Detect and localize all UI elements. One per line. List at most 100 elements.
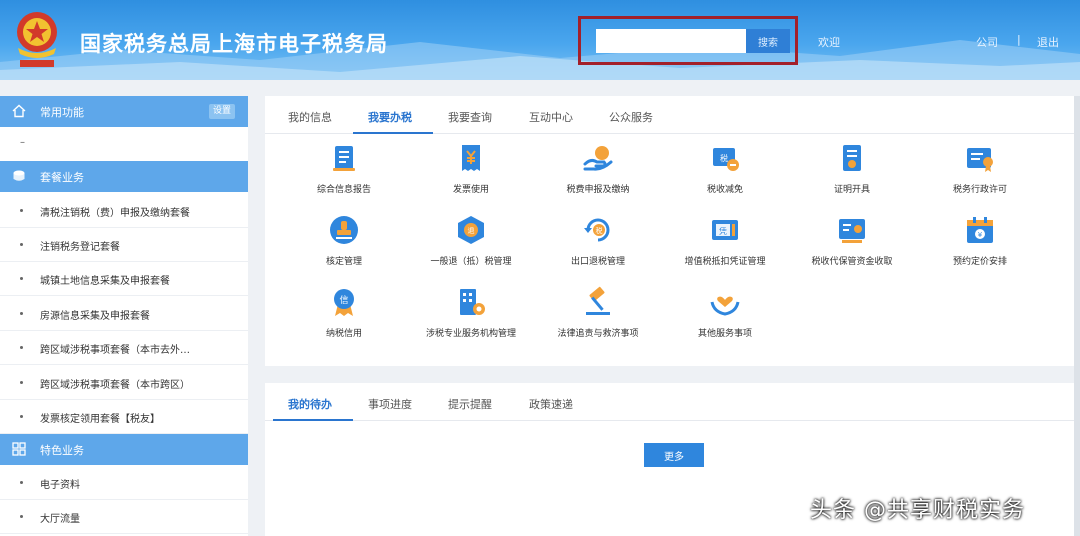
scrollbar-track[interactable] [1074, 96, 1080, 536]
bullet-dot [20, 415, 23, 418]
logout-link[interactable]: 退出 [1037, 34, 1059, 50]
service-label: 税收减免 [706, 185, 743, 195]
service-label: 纳税信用 [325, 329, 362, 339]
tax-emblem-logo [17, 12, 57, 67]
service-stamp[interactable]: 核定管理 [284, 214, 404, 274]
gavel-icon [586, 286, 610, 315]
site-title: 国家税务总局上海市电子税务局 [80, 32, 388, 56]
service-certificate[interactable]: 证明开具 [792, 142, 912, 202]
header-separator: | [1017, 33, 1021, 46]
tab-handle-tax[interactable]: 我要办税 [368, 109, 412, 125]
heart-hands-icon [710, 296, 740, 316]
invoice-icon [462, 145, 480, 171]
service-refund[interactable]: 退 一般退（抵）税管理 [411, 214, 531, 274]
refund-icon: 退 [458, 216, 484, 244]
svg-text:信: 信 [339, 294, 348, 306]
sidebar-item[interactable]: 跨区域涉税事项套餐（本市跨区） [0, 366, 248, 400]
svg-text:¥: ¥ [978, 231, 983, 239]
grid-icon [12, 442, 26, 456]
sidebar-item[interactable]: 电子资料 [0, 466, 248, 500]
sidebar-item-label: 清税注销税（费）申报及缴纳套餐 [40, 208, 190, 219]
custody-fund-icon [839, 219, 865, 243]
tab-public-service[interactable]: 公众服务 [609, 109, 653, 125]
service-tax-relief[interactable]: 税 税收减免 [665, 142, 785, 202]
tab-policy[interactable]: 政策速递 [529, 396, 573, 412]
service-pricing[interactable]: ¥ 预约定价安排 [920, 214, 1040, 274]
sidebar-section-common[interactable]: 常用功能 设置 [0, 96, 248, 127]
tab-progress[interactable]: 事项进度 [368, 396, 412, 412]
service-legal[interactable]: 法律追责与救济事项 [538, 286, 658, 346]
search-input[interactable] [596, 29, 746, 53]
bullet-dot [20, 243, 23, 246]
service-label: 涉税专业服务机构管理 [425, 329, 516, 339]
sidebar-item-label: 跨区域涉税事项套餐（本市去外… [40, 345, 190, 356]
bullet-dot [20, 346, 23, 349]
payment-icon [583, 146, 613, 171]
service-report[interactable]: 综合信息报告 [284, 142, 404, 202]
svg-text:税: 税 [720, 153, 728, 163]
service-panel: 我的信息 我要办税 我要查询 互动中心 公众服务 综合信息报告 发票使用 税费申… [265, 96, 1080, 366]
tax-relief-icon: 税 [713, 148, 739, 171]
service-voucher[interactable]: 凭 增值税抵扣凭证管理 [665, 214, 785, 274]
service-invoice[interactable]: 发票使用 [411, 142, 531, 202]
sidebar-item-label: 注销税务登记套餐 [40, 242, 120, 253]
report-icon [333, 146, 355, 171]
service-custody-fund[interactable]: 税收代保管资金收取 [792, 214, 912, 274]
bullet-dot [20, 515, 23, 518]
service-label: 发票使用 [452, 185, 489, 195]
svg-text:税: 税 [596, 226, 603, 235]
tab-reminders[interactable]: 提示提醒 [448, 396, 492, 412]
welcome-text: 欢迎 [818, 36, 840, 49]
tab-my-info[interactable]: 我的信息 [288, 109, 332, 125]
service-payment[interactable]: 税费申报及缴纳 [538, 142, 658, 202]
bullet-dot [20, 481, 23, 484]
tab-query[interactable]: 我要查询 [448, 109, 492, 125]
sidebar-item-label: 电子资料 [40, 480, 80, 491]
service-label: 税收代保管资金收取 [811, 257, 893, 267]
sidebar: 常用功能 设置 – 套餐业务 清税注销税（费）申报及缴纳套餐 注销税务登记套餐 … [0, 96, 248, 536]
user-company-link[interactable]: 公司 [976, 34, 998, 50]
sidebar-item[interactable]: 注销税务登记套餐 [0, 228, 248, 262]
service-label: 预约定价安排 [952, 257, 1007, 267]
svg-text:凭: 凭 [719, 226, 727, 236]
sidebar-section-packages[interactable]: 套餐业务 [0, 161, 248, 192]
service-label: 出口退税管理 [570, 257, 625, 267]
tab-my-todo[interactable]: 我的待办 [288, 396, 332, 412]
sidebar-item-label: 房源信息采集及申报套餐 [40, 311, 150, 322]
bullet-dot [20, 312, 23, 315]
service-agency[interactable]: 涉税专业服务机构管理 [411, 286, 531, 346]
permit-icon [967, 148, 993, 172]
service-label: 其他服务事项 [697, 329, 752, 339]
service-credit[interactable]: 信 纳税信用 [284, 286, 404, 346]
sidebar-item[interactable]: 大厅流量 [0, 500, 248, 534]
service-label: 税务行政许可 [952, 185, 1007, 195]
service-export-refund[interactable]: 税 出口退税管理 [538, 214, 658, 274]
sidebar-item[interactable]: 发票核定领用套餐【税友】 [0, 400, 248, 434]
sidebar-item[interactable]: 城镇土地信息采集及申报套餐 [0, 262, 248, 296]
service-label: 法律追责与救济事项 [557, 329, 639, 339]
credit-medal-icon: 信 [334, 289, 354, 316]
service-other[interactable]: 其他服务事项 [665, 286, 785, 346]
sidebar-section-label: 套餐业务 [40, 171, 84, 184]
sidebar-section-label: 常用功能 [40, 106, 84, 119]
search-button[interactable]: 搜索 [746, 29, 790, 53]
common-empty-placeholder: – [20, 137, 25, 148]
more-button[interactable]: 更多 [644, 443, 704, 467]
bullet-dot [20, 277, 23, 280]
sidebar-item[interactable]: 房源信息采集及申报套餐 [0, 297, 248, 331]
sidebar-section-special[interactable]: 特色业务 [0, 434, 248, 465]
settings-link[interactable]: 设置 [209, 104, 235, 119]
service-label: 增值税抵扣凭证管理 [684, 257, 766, 267]
service-label: 综合信息报告 [316, 185, 371, 195]
sidebar-section-label: 特色业务 [40, 444, 84, 457]
sidebar-item[interactable]: 跨区域涉税事项套餐（本市去外… [0, 331, 248, 365]
tab-interaction[interactable]: 互动中心 [529, 109, 573, 125]
voucher-icon: 凭 [712, 220, 738, 240]
sidebar-item[interactable]: 清税注销税（费）申报及缴纳套餐 [0, 194, 248, 228]
service-label: 核定管理 [325, 257, 362, 267]
service-permit[interactable]: 税务行政许可 [920, 142, 1040, 202]
site-header: 国家税务总局上海市电子税务局 搜索 欢迎 公司 | 退出 [0, 0, 1080, 80]
service-label: 一般退（抵）税管理 [430, 257, 512, 267]
bullet-dot [20, 209, 23, 212]
export-refund-icon: 税 [584, 218, 610, 242]
